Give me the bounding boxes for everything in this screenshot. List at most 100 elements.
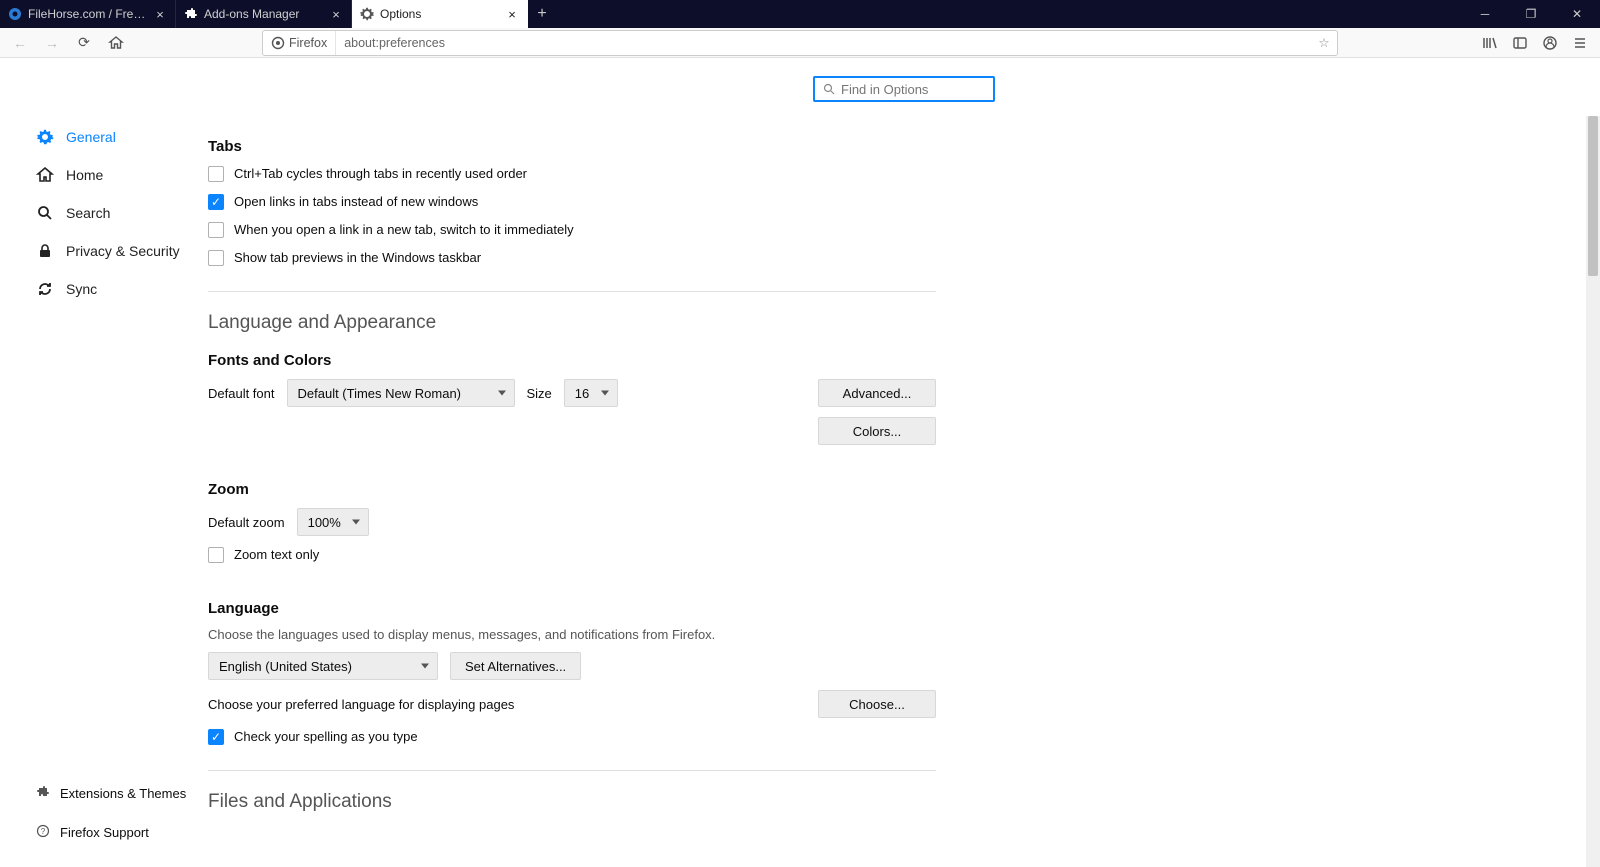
sidebar-item-search[interactable]: Search [0, 194, 208, 232]
find-input[interactable] [841, 82, 1017, 97]
preferred-language-label: Choose your preferred language for displ… [208, 697, 514, 712]
display-language-select[interactable]: English (United States) [208, 652, 438, 680]
option-label: Check your spelling as you type [234, 728, 418, 746]
tab-title: Options [380, 7, 499, 21]
maximize-button[interactable]: ❐ [1508, 0, 1554, 28]
library-button[interactable] [1476, 29, 1504, 57]
help-icon: ? [36, 824, 50, 841]
checkbox[interactable] [208, 166, 224, 182]
tab-addons[interactable]: Add-ons Manager × [176, 0, 352, 28]
preferences-sidebar: General Home Search Privacy & Security S… [0, 58, 208, 867]
checkbox[interactable] [208, 547, 224, 563]
checkbox[interactable] [208, 729, 224, 745]
puzzle-icon [184, 7, 198, 21]
category-language-appearance: Language and Appearance [208, 312, 936, 334]
option-zoom-text-only[interactable]: Zoom text only [208, 546, 936, 564]
separator [208, 291, 936, 292]
bookmark-star-icon[interactable]: ☆ [1311, 35, 1337, 50]
puzzle-icon [36, 785, 50, 802]
option-open-links-tabs[interactable]: Open links in tabs instead of new window… [208, 193, 936, 211]
font-size-select[interactable]: 16 [564, 379, 618, 407]
sidebar-label: Home [66, 167, 103, 183]
tab-title: FileHorse.com / Free Software [28, 7, 147, 21]
option-label: When you open a link in a new tab, switc… [234, 221, 574, 239]
close-icon[interactable]: × [153, 7, 167, 22]
search-icon [36, 204, 54, 222]
back-button[interactable]: ← [6, 29, 34, 57]
scrollbar[interactable] [1586, 116, 1600, 867]
option-ctrl-tab[interactable]: Ctrl+Tab cycles through tabs in recently… [208, 165, 936, 183]
fonts-row: Default font Default (Times New Roman) S… [208, 379, 936, 407]
sidebar-item-general[interactable]: General [0, 118, 208, 156]
advanced-fonts-button[interactable]: Advanced... [818, 379, 936, 407]
choose-language-button[interactable]: Choose... [818, 690, 936, 718]
section-tabs-title: Tabs [208, 138, 936, 155]
home-button[interactable] [102, 29, 130, 57]
tab-options[interactable]: Options × [352, 0, 528, 28]
toolbar: ← → ⟳ Firefox about:preferences ☆ [0, 28, 1600, 58]
content-area: General Home Search Privacy & Security S… [0, 58, 1600, 867]
svg-text:?: ? [41, 827, 46, 836]
identity-label: Firefox [289, 36, 327, 50]
option-label: Open links in tabs instead of new window… [234, 193, 478, 211]
default-zoom-select[interactable]: 100% [297, 508, 369, 536]
sidebar-label: Firefox Support [60, 825, 149, 840]
checkbox[interactable] [208, 194, 224, 210]
sidebar-firefox-support[interactable]: ? Firefox Support [0, 818, 208, 847]
language-desc-1: Choose the languages used to display men… [208, 627, 936, 642]
sidebar-extensions-themes[interactable]: Extensions & Themes [0, 779, 208, 808]
separator [208, 770, 936, 771]
sidebar-label: Privacy & Security [66, 243, 180, 259]
search-icon [823, 83, 835, 95]
preferences-main: Tabs Ctrl+Tab cycles through tabs in rec… [208, 58, 1600, 867]
tab-title: Add-ons Manager [204, 7, 323, 21]
lock-icon [36, 242, 54, 260]
option-label: Zoom text only [234, 546, 319, 564]
close-icon[interactable]: × [505, 7, 519, 22]
close-icon[interactable]: × [329, 7, 343, 22]
sidebar-bottom: Extensions & Themes ? Firefox Support [0, 779, 208, 857]
option-switch-immediately[interactable]: When you open a link in a new tab, switc… [208, 221, 936, 239]
sidebar-label: Sync [66, 281, 97, 297]
sidebar-item-sync[interactable]: Sync [0, 270, 208, 308]
sidebar-label: Extensions & Themes [60, 786, 186, 801]
checkbox[interactable] [208, 250, 224, 266]
titlebar: FileHorse.com / Free Software × Add-ons … [0, 0, 1600, 28]
sync-icon [36, 280, 54, 298]
section-zoom-title: Zoom [208, 481, 936, 498]
window-controls: ─ ❐ ✕ [1462, 0, 1600, 28]
menu-button[interactable] [1566, 29, 1594, 57]
new-tab-button[interactable]: + [528, 0, 556, 28]
sidebar-item-home[interactable]: Home [0, 156, 208, 194]
sidebar-label: Search [66, 205, 110, 221]
reload-button[interactable]: ⟳ [70, 29, 98, 57]
checkbox[interactable] [208, 222, 224, 238]
default-font-label: Default font [208, 386, 275, 401]
language-select-row: English (United States) Set Alternatives… [208, 652, 936, 680]
option-label: Show tab previews in the Windows taskbar [234, 249, 481, 267]
default-font-select[interactable]: Default (Times New Roman) [287, 379, 515, 407]
set-alternatives-button[interactable]: Set Alternatives... [450, 652, 581, 680]
identity-box[interactable]: Firefox [263, 31, 336, 55]
colors-row: Colors... [208, 417, 936, 445]
close-window-button[interactable]: ✕ [1554, 0, 1600, 28]
tab-filehorse[interactable]: FileHorse.com / Free Software × [0, 0, 176, 28]
category-files-applications: Files and Applications [208, 791, 936, 813]
sidebar-label: General [66, 129, 116, 145]
sidebar-item-privacy[interactable]: Privacy & Security [0, 232, 208, 270]
url-bar[interactable]: Firefox about:preferences ☆ [262, 30, 1338, 56]
colors-button[interactable]: Colors... [818, 417, 936, 445]
find-in-options[interactable] [813, 76, 995, 102]
section-language-title: Language [208, 600, 936, 617]
home-icon [36, 166, 54, 184]
option-taskbar-previews[interactable]: Show tab previews in the Windows taskbar [208, 249, 936, 267]
account-button[interactable] [1536, 29, 1564, 57]
scrollbar-thumb[interactable] [1588, 116, 1598, 276]
forward-button[interactable]: → [38, 29, 66, 57]
gear-icon [360, 7, 374, 21]
url-text: about:preferences [336, 36, 1311, 50]
option-check-spelling[interactable]: Check your spelling as you type [208, 728, 936, 746]
favicon-filehorse [8, 7, 22, 21]
sidebar-button[interactable] [1506, 29, 1534, 57]
minimize-button[interactable]: ─ [1462, 0, 1508, 28]
